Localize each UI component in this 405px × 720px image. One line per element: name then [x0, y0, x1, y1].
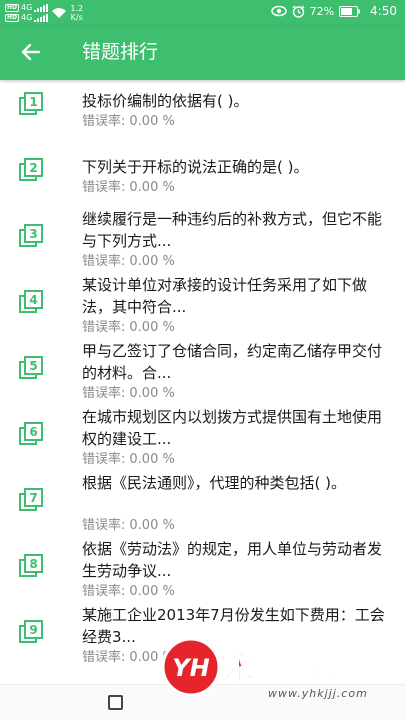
rank-badge-icon: 6: [19, 422, 43, 445]
status-bar: HD 4G HD 4G 1.2 K/s 72% 4:50: [0, 0, 405, 25]
question-text: 根据《民法通则》，代理的种类包括( )。: [82, 474, 346, 492]
recents-button[interactable]: [108, 695, 123, 710]
rank-number: 9: [29, 623, 37, 637]
sim1-hd-badge: HD: [5, 3, 20, 12]
error-rate-value: 0.00 %: [129, 180, 175, 195]
rank-badge-icon: 4: [19, 290, 43, 313]
watermark-logo: YH: [161, 637, 221, 697]
error-rate: 错误率: 0.00 %: [82, 319, 175, 337]
question-text: 继续履行是一种违约后的补救方式，但它不能与下列方式...: [82, 210, 383, 250]
rank-badge-icon: 2: [19, 158, 43, 181]
error-rate-label: 错误率:: [82, 114, 126, 129]
app-bar: 错题排行: [0, 25, 405, 80]
error-rate-value: 0.00 %: [129, 518, 175, 533]
error-rate-value: 0.00 %: [129, 254, 175, 269]
error-rate: 错误率: 0.00 %: [82, 385, 175, 403]
error-rate-label: 错误率:: [82, 254, 126, 269]
error-rate: 错误率: 0.00 %: [82, 113, 175, 131]
error-rate-label: 错误率:: [82, 650, 126, 665]
watermark: YH 永辉资源网 www.yhkjjj.com: [160, 636, 405, 720]
sim-indicators: HD 4G HD 4G: [5, 2, 49, 22]
rank-badge-icon: 1: [19, 92, 43, 115]
speed-unit: K/s: [70, 12, 83, 22]
wifi-icon: [52, 7, 67, 18]
rank-number: 2: [29, 161, 37, 175]
rank-number: 3: [29, 227, 37, 241]
network-type-label: 4G: [21, 12, 33, 22]
error-rate-label: 错误率:: [82, 452, 126, 467]
watermark-url: www.yhkjjj.com: [268, 687, 368, 700]
question-text: 在城市规划区内以划拨方式提供国有土地使用权的建设工...: [82, 408, 383, 448]
network-type-label: 4G: [21, 2, 33, 12]
watermark-logo-text: YH: [172, 654, 209, 682]
question-list: 1 投标价编制的依据有( )。 错误率: 0.00 % 2 下列关于开标的说法正确…: [0, 80, 405, 674]
back-button[interactable]: [14, 37, 48, 67]
question-text: 甲与乙签订了仓储合同，约定南乙储存甲交付的材料。合...: [82, 342, 383, 382]
signal-icon: [34, 3, 49, 12]
error-rate-value: 0.00 %: [129, 584, 175, 599]
list-item[interactable]: 3 继续履行是一种违约后的补救方式，但它不能与下列方式... 错误率: 0.00 …: [0, 210, 405, 278]
clock: 4:50: [370, 4, 397, 18]
list-item[interactable]: 8 依据《劳动法》的规定，用人单位与劳动者发生劳动争议... 错误率: 0.00 …: [0, 540, 405, 608]
error-rate: 错误率: 0.00 %: [82, 253, 175, 271]
list-item[interactable]: 7 根据《民法通则》，代理的种类包括( )。 错误率: 0.00 %: [0, 474, 405, 542]
error-rate-label: 错误率:: [82, 320, 126, 335]
error-rate-label: 错误率:: [82, 180, 126, 195]
error-rate: 错误率: 0.00 %: [82, 517, 175, 535]
list-item[interactable]: 5 甲与乙签订了仓储合同，约定南乙储存甲交付的材料。合... 错误率: 0.00 …: [0, 342, 405, 410]
error-rate-label: 错误率:: [82, 518, 126, 533]
network-speed: 1.2 K/s: [70, 4, 83, 22]
sim2-hd-badge: HD: [5, 13, 20, 22]
battery-percent: 72%: [309, 4, 335, 18]
error-rate-value: 0.00 %: [129, 386, 175, 401]
rank-badge-icon: 9: [19, 620, 43, 643]
battery-icon: [339, 5, 361, 17]
rank-number: 7: [29, 491, 37, 505]
list-item[interactable]: 1 投标价编制的依据有( )。 错误率: 0.00 %: [0, 80, 405, 146]
speed-value: 1.2: [70, 3, 84, 13]
question-text: 依据《劳动法》的规定，用人单位与劳动者发生劳动争议...: [82, 540, 383, 580]
back-arrow-icon: [21, 43, 41, 61]
rank-badge-icon: 8: [19, 554, 43, 577]
alarm-icon: [292, 5, 305, 18]
list-item[interactable]: 6 在城市规划区内以划拨方式提供国有土地使用权的建设工... 错误率: 0.00 …: [0, 408, 405, 476]
rank-badge-icon: 5: [19, 356, 43, 379]
question-text: 投标价编制的依据有( )。: [82, 92, 249, 110]
error-rate-value: 0.00 %: [129, 320, 175, 335]
error-rate: 错误率: 0.00 %: [82, 179, 175, 197]
list-item[interactable]: 2 下列关于开标的说法正确的是( )。 错误率: 0.00 %: [0, 146, 405, 212]
rank-number: 4: [29, 293, 37, 307]
watermark-text: 永辉资源网: [221, 647, 397, 689]
rank-number: 8: [29, 557, 37, 571]
error-rate-label: 错误率:: [82, 386, 126, 401]
error-rate: 错误率: 0.00 %: [82, 583, 175, 601]
eye-icon: [270, 5, 287, 17]
rank-badge-icon: 7: [19, 488, 43, 511]
error-rate-label: 错误率:: [82, 584, 126, 599]
question-text: 某设计单位对承接的设计任务采用了如下做法，其中符合...: [82, 276, 368, 316]
rank-number: 1: [29, 95, 37, 109]
rank-number: 5: [29, 359, 37, 373]
error-rate: 错误率: 0.00 %: [82, 451, 175, 469]
error-rate-value: 0.00 %: [129, 114, 175, 129]
rank-number: 6: [29, 425, 37, 439]
page-title: 错题排行: [82, 41, 159, 63]
error-rate-value: 0.00 %: [129, 452, 175, 467]
signal-icon: [34, 13, 49, 22]
rank-badge-icon: 3: [19, 224, 43, 247]
list-item[interactable]: 4 某设计单位对承接的设计任务采用了如下做法，其中符合... 错误率: 0.00 …: [0, 276, 405, 344]
question-text: 下列关于开标的说法正确的是( )。: [82, 158, 309, 176]
